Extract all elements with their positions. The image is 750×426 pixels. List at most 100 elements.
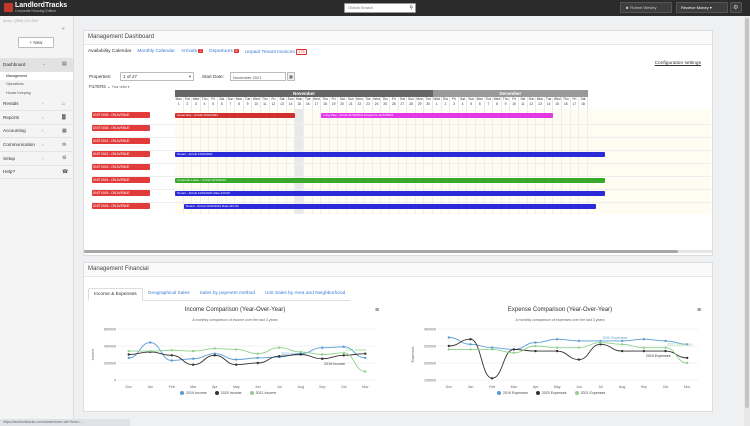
app-logo[interactable]: LandlordTracks Corporate Housing Edition xyxy=(4,2,67,13)
unit-row-label[interactable]: UNIT 0036 - ON AVENUE xyxy=(92,125,150,131)
x-tick-label: Apr xyxy=(533,385,539,389)
home-icon: ⌂ xyxy=(62,100,66,107)
booking-bar[interactable]: Tenant - Arrival 11/01/2021 xyxy=(175,151,605,157)
x-tick-label: Sep xyxy=(319,385,325,389)
unit-row-label[interactable]: UNIT 0035 - ON AVENUE xyxy=(92,112,150,118)
logo-icon xyxy=(4,3,13,12)
day-number: 17 xyxy=(572,102,577,106)
booking-bar[interactable]: Long Stay - Arrival 11/18/2021 Departure… xyxy=(321,112,554,118)
series-line xyxy=(448,338,688,379)
income-chart-legend: 2019 Income 2020 Income 2021 Income xyxy=(180,391,276,396)
unit-row-label[interactable]: UNIT 0043 - ON AVENUE xyxy=(92,164,150,170)
receive-money-button[interactable]: Receive Money ▾ xyxy=(676,2,728,13)
filters-toggle[interactable]: FILTERS ⌄ Your units ▾ xyxy=(89,84,129,89)
legend-item-2020[interactable]: 2020 Income xyxy=(214,391,242,396)
data-point xyxy=(127,353,130,356)
tab-sales-by-payment[interactable]: Sales by payment method xyxy=(194,288,261,301)
x-tick-label: Sep xyxy=(641,385,647,389)
unit-row-label[interactable]: UNIT 0044 - ON AVENUE xyxy=(92,177,150,183)
legend-item-2021[interactable]: 2021 Income xyxy=(249,391,276,396)
legend-item-2019[interactable]: 2019 Expenses xyxy=(497,391,528,396)
day-header-cell: Sat 4 xyxy=(459,97,468,109)
data-point xyxy=(256,352,259,355)
sidebar-subitem-management[interactable]: Management xyxy=(0,71,73,81)
day-header-cell: Sun 28 xyxy=(407,97,416,109)
booking-bar[interactable]: Guest stay - Arrival 11/01/2021 xyxy=(175,112,296,118)
sidebar-item-help[interactable]: Help? ☎ xyxy=(0,166,73,180)
unit-row-label[interactable]: UNIT 0046 - ON AVENUE xyxy=(92,203,150,209)
sidebar-item-setup[interactable]: Setup › ⚙ xyxy=(0,152,73,166)
chevron-down-icon: ▾ xyxy=(709,5,712,10)
sidebar-subitem-house-keeping[interactable]: House Keeping xyxy=(0,89,73,98)
tab-availability-calendar[interactable]: Availability Calendar xyxy=(88,49,131,55)
scrollbar-thumb[interactable] xyxy=(745,18,749,408)
tab-monthly-calendar[interactable]: Monthly Calendar xyxy=(137,49,175,55)
day-header-cell: Tue 23 xyxy=(364,97,373,109)
headset-icon: ☎ xyxy=(62,168,69,175)
tab-departures[interactable]: Departures 8 xyxy=(209,49,239,55)
sidebar-item-rentals[interactable]: Rentals › ⌂ xyxy=(0,97,73,111)
booking-bar[interactable]: Corporate Lease - Arrival 10/15/2021 xyxy=(175,177,605,183)
user-menu-button[interactable]: ☻ Robert Wesley xyxy=(620,2,672,13)
data-point xyxy=(321,357,324,360)
day-header-cell: Wed 1 xyxy=(433,97,442,109)
tab-geographical-sales[interactable]: Geographical Sales xyxy=(142,288,195,301)
dashboard-icon: ▤ xyxy=(62,61,67,68)
tab-unpaid-invoices[interactable]: Unpaid Tenant Invoices 175 xyxy=(245,49,308,55)
day-header-cell: Thu 11 xyxy=(261,97,270,109)
booking-bar[interactable]: Tenant - Arrival 11/01/2021 Rate 210.00 xyxy=(175,190,605,196)
new-button[interactable]: + New xyxy=(18,37,54,48)
settings-gear-button[interactable]: ⚙ xyxy=(730,2,742,13)
sidebar-item-communication[interactable]: Communication › ✉ xyxy=(0,138,73,152)
unit-row-label[interactable]: UNIT 0045 - ON AVENUE xyxy=(92,190,150,196)
day-header-cell: Sun 21 xyxy=(347,97,356,109)
tab-unit-sales-by-area[interactable]: Unit Sales by Area and Neighborhood xyxy=(260,288,351,301)
start-date-label: Start Date: xyxy=(202,74,224,79)
legend-swatch xyxy=(497,391,501,396)
legend-item-2021[interactable]: 2021 Expenses xyxy=(574,391,605,396)
legend-item-2020[interactable]: 2020 Expenses xyxy=(535,391,567,396)
sidebar-item-accounting[interactable]: Accounting › ▦ xyxy=(0,125,73,139)
sidebar-item-reports[interactable]: Reports › ▓ xyxy=(0,111,73,125)
sidebar-subitem-operations[interactable]: Operations xyxy=(0,80,73,89)
availability-calendar-grid: November December Mon 1 Tue 2 Wed 3 Thu 4 Fri 5 Sa… xyxy=(92,90,711,214)
scrollbar-thumb[interactable] xyxy=(84,250,678,253)
y-tick-label: 400000 xyxy=(424,327,436,331)
configuration-settings-link[interactable]: Configuration settings xyxy=(655,61,701,66)
day-header-cell: Wed 3 xyxy=(192,97,201,109)
unit-row-label[interactable]: UNIT 0041 - ON AVENUE xyxy=(92,138,150,144)
booking-bar[interactable]: Tenant - Arrival 11/02/2021 Rate 210.00 xyxy=(183,203,597,209)
calendar-icon[interactable]: ▦ xyxy=(287,72,295,81)
start-date-input[interactable]: November 2021 xyxy=(230,72,286,81)
data-point xyxy=(512,348,516,351)
day-header-cell: Sat 27 xyxy=(399,97,408,109)
sidebar-nav: Dashboard ⌄ ▤ Management Operations Hous… xyxy=(0,58,73,180)
calendar-horizontal-scrollbar[interactable] xyxy=(84,250,712,253)
legend-label: 2020 Expenses xyxy=(541,391,567,395)
day-number: 9 xyxy=(504,102,507,106)
collapse-sidebar-icon[interactable]: « xyxy=(62,26,65,32)
search-icon[interactable]: ⚲ xyxy=(409,5,413,11)
data-point xyxy=(490,377,494,380)
x-tick-label: Nov xyxy=(362,385,369,389)
sidebar-item-dashboard[interactable]: Dashboard ⌄ ▤ xyxy=(0,58,73,72)
properties-select[interactable]: 1 of 27 ▾ xyxy=(120,72,194,81)
y-tick-label: 100000 xyxy=(424,378,436,382)
data-point xyxy=(534,344,537,348)
data-point xyxy=(192,363,195,366)
page-vertical-scrollbar[interactable] xyxy=(744,16,750,426)
data-point xyxy=(469,343,472,346)
day-header-cell: Mon 22 xyxy=(356,97,365,109)
row-divider xyxy=(92,137,711,138)
legend-label: 2019 Income xyxy=(186,391,207,395)
hamburger-menu-icon[interactable]: ≡ xyxy=(375,307,379,314)
day-number: 11 xyxy=(521,102,525,106)
legend-item-2019[interactable]: 2019 Income xyxy=(180,391,207,396)
unit-row-label[interactable]: UNIT 0042 - ON AVENUE xyxy=(92,151,150,157)
tab-arrivals[interactable]: Arrivals 2 xyxy=(181,49,204,55)
global-search-input[interactable]: Global Search ⚲ xyxy=(344,3,416,13)
data-point xyxy=(299,353,302,356)
tab-income-expenses[interactable]: Income & Expenses xyxy=(88,288,143,301)
hamburger-menu-icon[interactable]: ≡ xyxy=(697,307,701,314)
sidebar-item-label: Help? xyxy=(3,169,16,175)
